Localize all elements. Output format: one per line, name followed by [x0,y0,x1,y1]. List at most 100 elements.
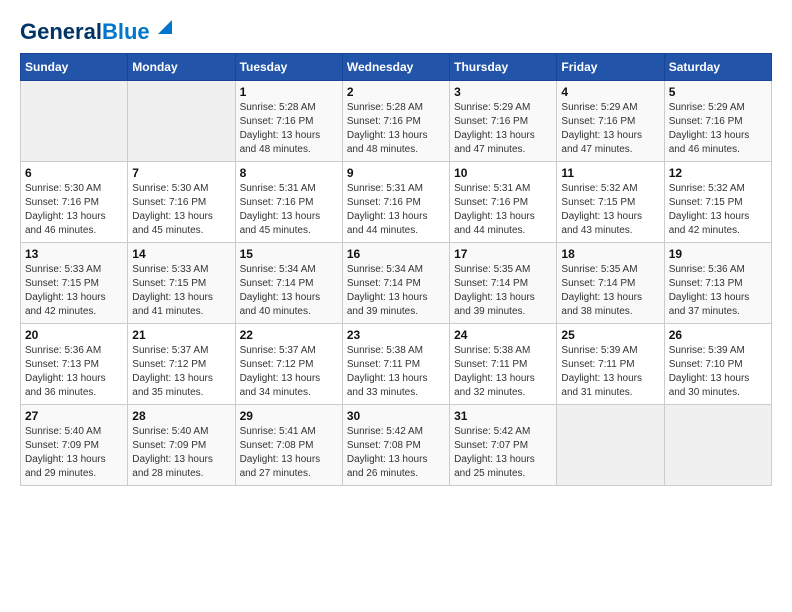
day-number: 20 [25,328,123,342]
logo-text: GeneralBlue [20,21,150,43]
calendar-cell: 3 Sunrise: 5:29 AM Sunset: 7:16 PM Dayli… [450,81,557,162]
day-number: 24 [454,328,552,342]
day-number: 19 [669,247,767,261]
calendar-cell: 22 Sunrise: 5:37 AM Sunset: 7:12 PM Dayl… [235,324,342,405]
day-info: Sunrise: 5:42 AM Sunset: 7:07 PM Dayligh… [454,425,552,481]
day-number: 5 [669,85,767,99]
calendar-cell: 29 Sunrise: 5:41 AM Sunset: 7:08 PM Dayl… [235,405,342,486]
day-info: Sunrise: 5:38 AM Sunset: 7:11 PM Dayligh… [347,344,445,400]
calendar-cell: 18 Sunrise: 5:35 AM Sunset: 7:14 PM Dayl… [557,243,664,324]
day-info: Sunrise: 5:32 AM Sunset: 7:15 PM Dayligh… [669,182,767,238]
day-info: Sunrise: 5:30 AM Sunset: 7:16 PM Dayligh… [25,182,123,238]
day-info: Sunrise: 5:38 AM Sunset: 7:11 PM Dayligh… [454,344,552,400]
day-info: Sunrise: 5:31 AM Sunset: 7:16 PM Dayligh… [347,182,445,238]
day-info: Sunrise: 5:35 AM Sunset: 7:14 PM Dayligh… [561,263,659,319]
day-info: Sunrise: 5:39 AM Sunset: 7:10 PM Dayligh… [669,344,767,400]
calendar-cell [557,405,664,486]
day-info: Sunrise: 5:42 AM Sunset: 7:08 PM Dayligh… [347,425,445,481]
day-number: 1 [240,85,338,99]
calendar-cell: 25 Sunrise: 5:39 AM Sunset: 7:11 PM Dayl… [557,324,664,405]
day-info: Sunrise: 5:28 AM Sunset: 7:16 PM Dayligh… [240,101,338,157]
calendar-cell: 21 Sunrise: 5:37 AM Sunset: 7:12 PM Dayl… [128,324,235,405]
calendar-cell: 31 Sunrise: 5:42 AM Sunset: 7:07 PM Dayl… [450,405,557,486]
day-number: 8 [240,166,338,180]
calendar-cell: 14 Sunrise: 5:33 AM Sunset: 7:15 PM Dayl… [128,243,235,324]
day-info: Sunrise: 5:34 AM Sunset: 7:14 PM Dayligh… [347,263,445,319]
calendar-cell: 28 Sunrise: 5:40 AM Sunset: 7:09 PM Dayl… [128,405,235,486]
calendar-cell: 10 Sunrise: 5:31 AM Sunset: 7:16 PM Dayl… [450,162,557,243]
day-info: Sunrise: 5:40 AM Sunset: 7:09 PM Dayligh… [25,425,123,481]
calendar-cell [664,405,771,486]
day-number: 18 [561,247,659,261]
day-info: Sunrise: 5:41 AM Sunset: 7:08 PM Dayligh… [240,425,338,481]
day-number: 2 [347,85,445,99]
calendar-cell: 11 Sunrise: 5:32 AM Sunset: 7:15 PM Dayl… [557,162,664,243]
day-info: Sunrise: 5:33 AM Sunset: 7:15 PM Dayligh… [132,263,230,319]
day-info: Sunrise: 5:37 AM Sunset: 7:12 PM Dayligh… [132,344,230,400]
day-number: 23 [347,328,445,342]
day-info: Sunrise: 5:37 AM Sunset: 7:12 PM Dayligh… [240,344,338,400]
calendar-cell: 13 Sunrise: 5:33 AM Sunset: 7:15 PM Dayl… [21,243,128,324]
calendar-cell: 7 Sunrise: 5:30 AM Sunset: 7:16 PM Dayli… [128,162,235,243]
day-info: Sunrise: 5:36 AM Sunset: 7:13 PM Dayligh… [25,344,123,400]
column-header-friday: Friday [557,54,664,81]
day-number: 10 [454,166,552,180]
week-row-2: 6 Sunrise: 5:30 AM Sunset: 7:16 PM Dayli… [21,162,772,243]
calendar-cell: 19 Sunrise: 5:36 AM Sunset: 7:13 PM Dayl… [664,243,771,324]
day-info: Sunrise: 5:33 AM Sunset: 7:15 PM Dayligh… [25,263,123,319]
day-number: 12 [669,166,767,180]
calendar-cell: 16 Sunrise: 5:34 AM Sunset: 7:14 PM Dayl… [342,243,449,324]
day-number: 22 [240,328,338,342]
calendar-cell: 17 Sunrise: 5:35 AM Sunset: 7:14 PM Dayl… [450,243,557,324]
column-header-sunday: Sunday [21,54,128,81]
calendar-cell: 12 Sunrise: 5:32 AM Sunset: 7:15 PM Dayl… [664,162,771,243]
day-info: Sunrise: 5:36 AM Sunset: 7:13 PM Dayligh… [669,263,767,319]
calendar-cell: 8 Sunrise: 5:31 AM Sunset: 7:16 PM Dayli… [235,162,342,243]
day-info: Sunrise: 5:35 AM Sunset: 7:14 PM Dayligh… [454,263,552,319]
calendar-cell: 26 Sunrise: 5:39 AM Sunset: 7:10 PM Dayl… [664,324,771,405]
calendar-cell: 23 Sunrise: 5:38 AM Sunset: 7:11 PM Dayl… [342,324,449,405]
day-number: 13 [25,247,123,261]
day-number: 31 [454,409,552,423]
day-info: Sunrise: 5:29 AM Sunset: 7:16 PM Dayligh… [454,101,552,157]
day-number: 3 [454,85,552,99]
calendar-cell: 6 Sunrise: 5:30 AM Sunset: 7:16 PM Dayli… [21,162,128,243]
calendar-cell: 2 Sunrise: 5:28 AM Sunset: 7:16 PM Dayli… [342,81,449,162]
day-info: Sunrise: 5:29 AM Sunset: 7:16 PM Dayligh… [561,101,659,157]
day-number: 16 [347,247,445,261]
page-header: GeneralBlue [20,20,772,43]
day-number: 9 [347,166,445,180]
day-info: Sunrise: 5:39 AM Sunset: 7:11 PM Dayligh… [561,344,659,400]
calendar-cell: 5 Sunrise: 5:29 AM Sunset: 7:16 PM Dayli… [664,81,771,162]
day-number: 21 [132,328,230,342]
logo-icon [154,16,176,38]
day-number: 28 [132,409,230,423]
day-number: 4 [561,85,659,99]
day-info: Sunrise: 5:34 AM Sunset: 7:14 PM Dayligh… [240,263,338,319]
calendar-cell: 20 Sunrise: 5:36 AM Sunset: 7:13 PM Dayl… [21,324,128,405]
column-header-tuesday: Tuesday [235,54,342,81]
day-number: 11 [561,166,659,180]
calendar-header-row: SundayMondayTuesdayWednesdayThursdayFrid… [21,54,772,81]
day-number: 15 [240,247,338,261]
calendar-cell: 27 Sunrise: 5:40 AM Sunset: 7:09 PM Dayl… [21,405,128,486]
calendar-cell: 15 Sunrise: 5:34 AM Sunset: 7:14 PM Dayl… [235,243,342,324]
calendar-cell: 1 Sunrise: 5:28 AM Sunset: 7:16 PM Dayli… [235,81,342,162]
day-number: 29 [240,409,338,423]
day-number: 27 [25,409,123,423]
column-header-saturday: Saturday [664,54,771,81]
calendar-cell: 4 Sunrise: 5:29 AM Sunset: 7:16 PM Dayli… [557,81,664,162]
calendar-cell: 9 Sunrise: 5:31 AM Sunset: 7:16 PM Dayli… [342,162,449,243]
calendar-cell [21,81,128,162]
calendar-table: SundayMondayTuesdayWednesdayThursdayFrid… [20,53,772,486]
day-info: Sunrise: 5:31 AM Sunset: 7:16 PM Dayligh… [454,182,552,238]
column-header-thursday: Thursday [450,54,557,81]
calendar-cell: 24 Sunrise: 5:38 AM Sunset: 7:11 PM Dayl… [450,324,557,405]
week-row-4: 20 Sunrise: 5:36 AM Sunset: 7:13 PM Dayl… [21,324,772,405]
day-number: 30 [347,409,445,423]
calendar-cell: 30 Sunrise: 5:42 AM Sunset: 7:08 PM Dayl… [342,405,449,486]
day-number: 7 [132,166,230,180]
logo: GeneralBlue [20,20,176,43]
day-number: 17 [454,247,552,261]
day-info: Sunrise: 5:28 AM Sunset: 7:16 PM Dayligh… [347,101,445,157]
